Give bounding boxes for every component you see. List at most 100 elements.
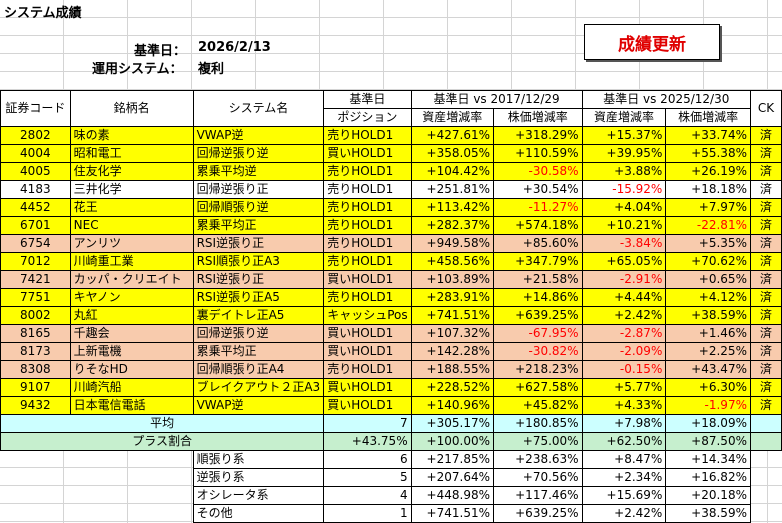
system-name-cell[interactable]: VWAP逆 <box>192 126 325 145</box>
category-label-cell[interactable]: その他 <box>192 504 325 523</box>
asset-change-cell[interactable]: +140.96% <box>410 396 495 415</box>
category-value-cell[interactable]: +8.47% <box>581 450 667 469</box>
position-cell[interactable]: 買いHOLD1 <box>323 342 412 361</box>
position-cell[interactable]: キャッシュPos <box>323 306 412 325</box>
stock-name-cell[interactable]: 丸紅 <box>69 306 194 325</box>
price-change-cell[interactable]: -30.58% <box>493 162 583 181</box>
summary-value-cell[interactable]: +100.00% <box>410 432 495 451</box>
blank-cell[interactable] <box>750 469 781 487</box>
ck-cell[interactable]: 済 <box>749 306 782 325</box>
blank-cell[interactable] <box>750 487 781 505</box>
asset-change-cell[interactable]: +251.81% <box>410 180 495 199</box>
category-value-cell[interactable]: +207.64% <box>410 468 495 487</box>
system-name-cell[interactable]: VWAP逆 <box>192 396 325 415</box>
position-cell[interactable]: 売りHOLD1 <box>323 234 412 253</box>
stock-name-cell[interactable]: 味の素 <box>69 126 194 145</box>
price-change-cell[interactable]: +627.58% <box>493 378 583 397</box>
asset-change-cell[interactable]: -0.15% <box>581 360 667 379</box>
stock-name-cell[interactable]: 日本電信電話 <box>69 396 194 415</box>
blank-cell[interactable] <box>1 487 194 505</box>
system-name-cell[interactable]: RSI逆張り正 <box>192 234 325 253</box>
price-change-cell[interactable]: +43.47% <box>665 360 751 379</box>
summary-label-cell[interactable]: 平均 <box>0 414 325 433</box>
stock-name-cell[interactable]: アンリツ <box>69 234 194 253</box>
ck-cell[interactable]: 済 <box>749 162 782 181</box>
price-change-cell[interactable]: +639.25% <box>493 306 583 325</box>
stock-code-cell[interactable]: 8308 <box>0 360 71 379</box>
ck-cell[interactable]: 済 <box>749 288 782 307</box>
summary-count-cell[interactable]: 7 <box>323 414 412 433</box>
summary-value-cell[interactable]: +75.00% <box>493 432 583 451</box>
price-change-cell[interactable]: +6.30% <box>665 378 751 397</box>
category-count-cell[interactable]: 6 <box>323 450 412 469</box>
asset-change-cell[interactable]: +39.95% <box>581 144 667 163</box>
category-value-cell[interactable]: +639.25% <box>493 504 583 523</box>
stock-code-cell[interactable]: 4005 <box>0 162 71 181</box>
asset-change-cell[interactable]: +282.37% <box>410 216 495 235</box>
stock-code-cell[interactable]: 6701 <box>0 216 71 235</box>
asset-change-cell[interactable]: +741.51% <box>410 306 495 325</box>
ck-cell[interactable]: 済 <box>749 144 782 163</box>
position-cell[interactable]: 買いHOLD1 <box>323 396 412 415</box>
position-cell[interactable]: 買いHOLD1 <box>323 144 412 163</box>
price-change-cell[interactable]: +0.65% <box>665 270 751 289</box>
system-name-cell[interactable]: 回帰順張り逆 <box>192 198 325 217</box>
asset-change-cell[interactable]: +358.05% <box>410 144 495 163</box>
category-value-cell[interactable]: +70.56% <box>493 468 583 487</box>
price-change-cell[interactable]: -22.81% <box>665 216 751 235</box>
blank-cell[interactable] <box>750 505 781 523</box>
category-value-cell[interactable]: +15.69% <box>581 486 667 505</box>
price-change-cell[interactable]: +33.74% <box>665 126 751 145</box>
stock-code-cell[interactable]: 2802 <box>0 126 71 145</box>
price-change-cell[interactable]: +70.62% <box>665 252 751 271</box>
summary-label-cell[interactable]: プラス割合 <box>0 432 325 451</box>
stock-name-cell[interactable]: 千趣会 <box>69 324 194 343</box>
stock-code-cell[interactable]: 9107 <box>0 378 71 397</box>
category-value-cell[interactable]: +741.51% <box>410 504 495 523</box>
system-name-cell[interactable]: RSI順張り正A3 <box>192 252 325 271</box>
summary-value-cell[interactable]: +87.50% <box>665 432 751 451</box>
price-change-cell[interactable]: +26.19% <box>665 162 751 181</box>
asset-change-cell[interactable]: -3.84% <box>581 234 667 253</box>
summary-value-cell[interactable]: +18.09% <box>665 414 751 433</box>
asset-change-cell[interactable]: +283.91% <box>410 288 495 307</box>
ck-cell[interactable]: 済 <box>749 180 782 199</box>
asset-change-cell[interactable]: -15.92% <box>581 180 667 199</box>
stock-code-cell[interactable]: 4452 <box>0 198 71 217</box>
price-change-cell[interactable]: +2.25% <box>665 342 751 361</box>
system-name-cell[interactable]: 累乗平均逆 <box>192 162 325 181</box>
price-change-cell[interactable]: -30.82% <box>493 342 583 361</box>
asset-change-cell[interactable]: +65.05% <box>581 252 667 271</box>
asset-change-cell[interactable]: -2.87% <box>581 324 667 343</box>
price-change-cell[interactable]: +1.46% <box>665 324 751 343</box>
position-cell[interactable]: 売りHOLD1 <box>323 360 412 379</box>
stock-code-cell[interactable]: 4183 <box>0 180 71 199</box>
price-change-cell[interactable]: -67.95% <box>493 324 583 343</box>
category-value-cell[interactable]: +448.98% <box>410 486 495 505</box>
stock-code-cell[interactable]: 7751 <box>0 288 71 307</box>
position-cell[interactable]: 売りHOLD1 <box>323 288 412 307</box>
summary-empty-cell[interactable] <box>749 432 782 451</box>
category-value-cell[interactable]: +38.59% <box>665 504 751 523</box>
blank-cell[interactable] <box>1 451 194 469</box>
price-change-cell[interactable]: +218.23% <box>493 360 583 379</box>
asset-change-cell[interactable]: +4.33% <box>581 396 667 415</box>
system-name-cell[interactable]: RSI逆張り正A5 <box>192 288 325 307</box>
ck-cell[interactable]: 済 <box>749 360 782 379</box>
ck-cell[interactable]: 済 <box>749 270 782 289</box>
asset-change-cell[interactable]: -2.91% <box>581 270 667 289</box>
price-change-cell[interactable]: +21.58% <box>493 270 583 289</box>
price-change-cell[interactable]: +5.35% <box>665 234 751 253</box>
stock-name-cell[interactable]: 川崎重工業 <box>69 252 194 271</box>
ck-cell[interactable]: 済 <box>749 342 782 361</box>
ck-cell[interactable]: 済 <box>749 252 782 271</box>
system-name-cell[interactable]: RSI逆張り正 <box>192 270 325 289</box>
summary-count-cell[interactable]: +43.75% <box>323 432 412 451</box>
stock-name-cell[interactable]: キヤノン <box>69 288 194 307</box>
system-name-cell[interactable]: 回帰逆張り逆 <box>192 324 325 343</box>
summary-value-cell[interactable]: +180.85% <box>493 414 583 433</box>
stock-name-cell[interactable]: 上新電機 <box>69 342 194 361</box>
category-value-cell[interactable]: +238.63% <box>493 450 583 469</box>
system-name-cell[interactable]: 回帰逆張り逆 <box>192 144 325 163</box>
system-name-cell[interactable]: 回帰逆張り正 <box>192 180 325 199</box>
